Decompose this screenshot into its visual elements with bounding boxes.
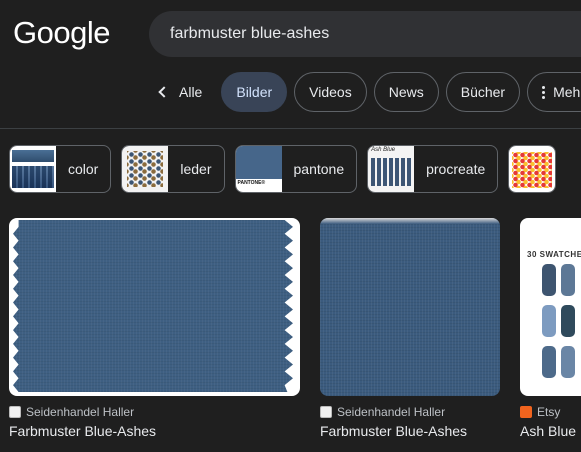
result-source-name: Seidenhandel Haller	[337, 405, 446, 419]
result-source[interactable]: Seidenhandel Haller	[9, 405, 300, 419]
chip-pantone-thumbnail: PANTONE®	[235, 146, 282, 192]
image-result[interactable]: Seidenhandel Haller Farbmuster Blue-Ashe…	[320, 218, 500, 439]
etsy-favicon-icon	[520, 406, 532, 418]
chip-procreate-label: procreate	[426, 161, 486, 177]
tab-books[interactable]: Bücher	[445, 72, 521, 112]
chip-palette[interactable]	[508, 145, 557, 193]
tab-images[interactable]: Bilder	[221, 72, 288, 112]
result-image[interactable]: 30 SWATCHES F	[520, 218, 581, 396]
result-source-name: Seidenhandel Haller	[26, 405, 135, 419]
result-source[interactable]: Seidenhandel Haller	[320, 405, 500, 419]
chip-leder-label: leder	[180, 161, 212, 177]
chip-procreate[interactable]: Ash Blue procreate	[367, 145, 499, 193]
result-image[interactable]	[9, 218, 300, 396]
header-divider	[0, 128, 581, 129]
result-title[interactable]: Ash Blue	[520, 423, 581, 439]
tab-news-label: News	[388, 84, 424, 100]
tab-images-label: Bilder	[236, 84, 273, 100]
procreate-thumb-text: Ash Blue	[371, 147, 396, 153]
search-bar[interactable]	[149, 11, 581, 57]
tab-news[interactable]: News	[373, 72, 439, 112]
refinement-chips: color leder PANTONE® pantone Ash Blue pr…	[9, 145, 557, 193]
google-logo[interactable]: Google	[13, 15, 110, 51]
source-favicon-icon	[320, 406, 332, 418]
chip-palette-thumbnail	[509, 146, 556, 192]
chip-pantone[interactable]: PANTONE® pantone	[234, 145, 358, 193]
more-vert-icon	[542, 85, 546, 99]
search-tabs: Alle Bilder Videos News Bücher Mehr	[150, 72, 581, 112]
result-title[interactable]: Farbmuster Blue-Ashes	[9, 423, 300, 439]
tab-all-label: Alle	[179, 84, 203, 100]
result-title[interactable]: Farbmuster Blue-Ashes	[320, 423, 500, 439]
tab-videos[interactable]: Videos	[294, 72, 367, 112]
image-result[interactable]: Seidenhandel Haller Farbmuster Blue-Ashe…	[9, 218, 300, 439]
result-source[interactable]: Etsy	[520, 405, 581, 419]
result-image-text: 30 SWATCHES F	[527, 250, 581, 259]
pantone-thumb-text: PANTONE®	[237, 180, 266, 186]
tab-books-label: Bücher	[460, 84, 506, 100]
search-input[interactable]	[170, 25, 570, 43]
chip-pantone-label: pantone	[293, 161, 345, 177]
tab-all[interactable]: Alle	[150, 72, 214, 112]
result-source-name: Etsy	[537, 405, 561, 419]
image-result[interactable]: 30 SWATCHES F Etsy Ash Blue	[520, 218, 581, 439]
chip-color-label: color	[68, 161, 99, 177]
tab-more-label: Mehr	[553, 84, 581, 100]
result-image[interactable]	[320, 218, 500, 396]
chip-color-thumbnail	[10, 146, 56, 192]
chip-leder[interactable]: leder	[121, 145, 225, 193]
chip-color[interactable]: color	[9, 145, 112, 193]
tab-more[interactable]: Mehr	[527, 72, 581, 112]
tab-videos-label: Videos	[309, 84, 352, 100]
source-favicon-icon	[9, 406, 21, 418]
chevron-left-icon	[158, 86, 170, 98]
chip-procreate-thumbnail: Ash Blue	[368, 146, 415, 192]
chip-leder-thumbnail	[122, 146, 169, 192]
